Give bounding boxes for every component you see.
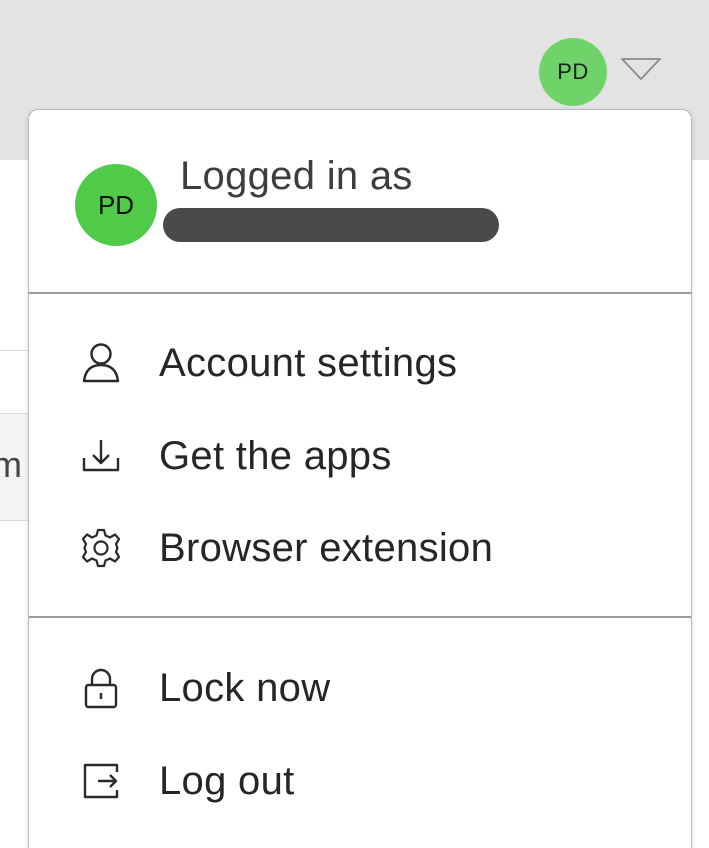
- menu-item-label: Browser extension: [159, 525, 494, 570]
- download-icon: [79, 434, 123, 478]
- chevron-down-icon[interactable]: [620, 56, 662, 82]
- background-partial-text: m: [0, 445, 22, 485]
- logout-icon: [79, 759, 123, 803]
- user-info: PD Logged in as: [29, 110, 691, 292]
- lock-icon: [79, 666, 123, 710]
- menu-item-account-settings[interactable]: Account settings: [29, 324, 691, 402]
- menu-divider: [29, 616, 691, 618]
- app-window: PD m PD Logged in as Account settings Ge…: [0, 0, 709, 848]
- menu-item-label: Lock now: [159, 665, 331, 710]
- menu-item-label: Log out: [159, 758, 295, 803]
- menu-divider: [29, 292, 691, 294]
- menu-item-label: Account settings: [159, 340, 458, 385]
- avatar: PD: [75, 164, 157, 246]
- menu-item-log-out[interactable]: Log out: [29, 742, 691, 820]
- account-avatar-button[interactable]: PD: [539, 38, 607, 106]
- user-icon: [79, 341, 123, 385]
- menu-item-browser-extension[interactable]: Browser extension: [29, 509, 691, 587]
- account-dropdown-menu: PD Logged in as Account settings Get the…: [28, 109, 692, 848]
- gear-icon: [79, 526, 123, 570]
- redacted-email: [163, 208, 499, 242]
- logged-in-label: Logged in as: [180, 154, 413, 198]
- menu-item-label: Get the apps: [159, 433, 392, 478]
- menu-item-lock-now[interactable]: Lock now: [29, 649, 691, 727]
- menu-item-get-the-apps[interactable]: Get the apps: [29, 417, 691, 495]
- background-divider: [0, 350, 30, 351]
